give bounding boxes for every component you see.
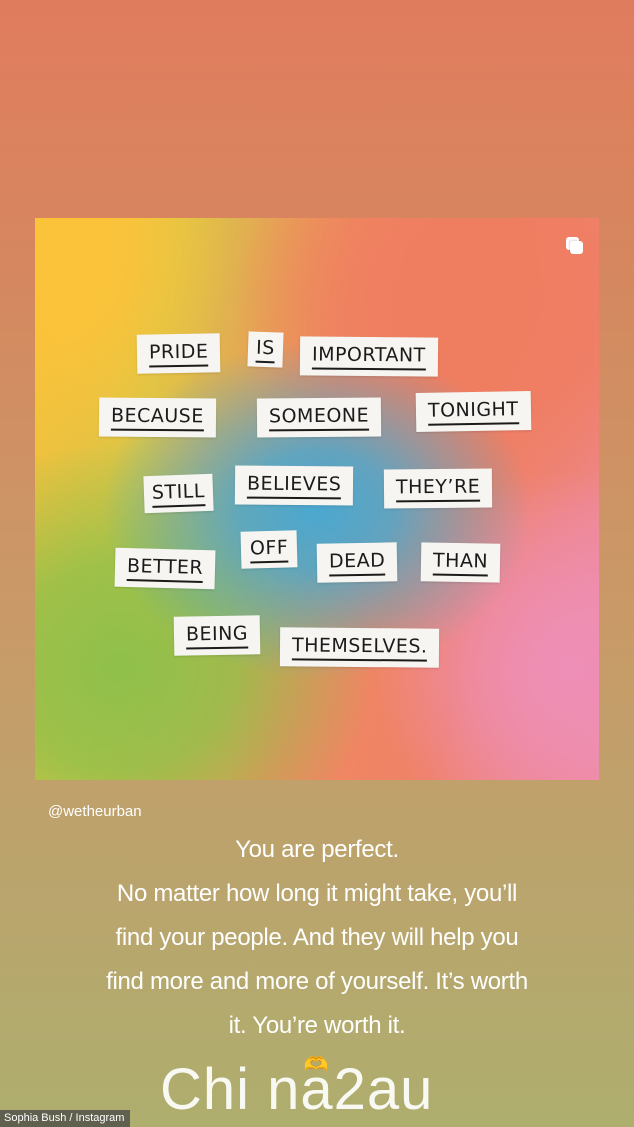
- word-theyre: THEY’RE: [383, 468, 493, 509]
- word-off: OFF: [240, 530, 298, 569]
- caption-line: find your people. And they will help you: [115, 924, 519, 951]
- source-handle[interactable]: @wetheurban: [48, 803, 142, 820]
- word-important: IMPORTANT: [299, 336, 438, 377]
- word-better: BETTER: [114, 547, 216, 590]
- word-believes: BELIEVES: [234, 465, 354, 506]
- watermark: Chi na2au: [160, 1057, 434, 1122]
- story-caption: You are perfect. No matter how long it m…: [60, 828, 574, 1048]
- caption-line: No matter how long it might take, you’ll: [116, 880, 518, 907]
- story-post-image[interactable]: PRIDE IS IMPORTANT BECAUSE SOMEONE TONIG…: [35, 218, 599, 780]
- caption-line: find more and more of yourself. It’s wor…: [106, 968, 528, 995]
- word-dead: DEAD: [316, 542, 398, 583]
- word-than: THAN: [420, 542, 501, 583]
- word-being: BEING: [173, 615, 261, 656]
- photo-credit: Sophia Bush / Instagram: [0, 1110, 131, 1127]
- caption-line: You are perfect.: [235, 836, 399, 863]
- multiple-images-icon: [565, 236, 585, 256]
- word-because: BECAUSE: [98, 397, 216, 438]
- caption-line: it. You’re worth it.: [228, 1012, 406, 1039]
- word-is: IS: [247, 331, 284, 368]
- word-themselves: THEMSELVES.: [279, 627, 440, 668]
- word-pride: PRIDE: [136, 333, 221, 374]
- word-still: STILL: [143, 473, 214, 514]
- word-someone: SOMEONE: [256, 397, 382, 438]
- word-tonight: TONIGHT: [415, 391, 531, 432]
